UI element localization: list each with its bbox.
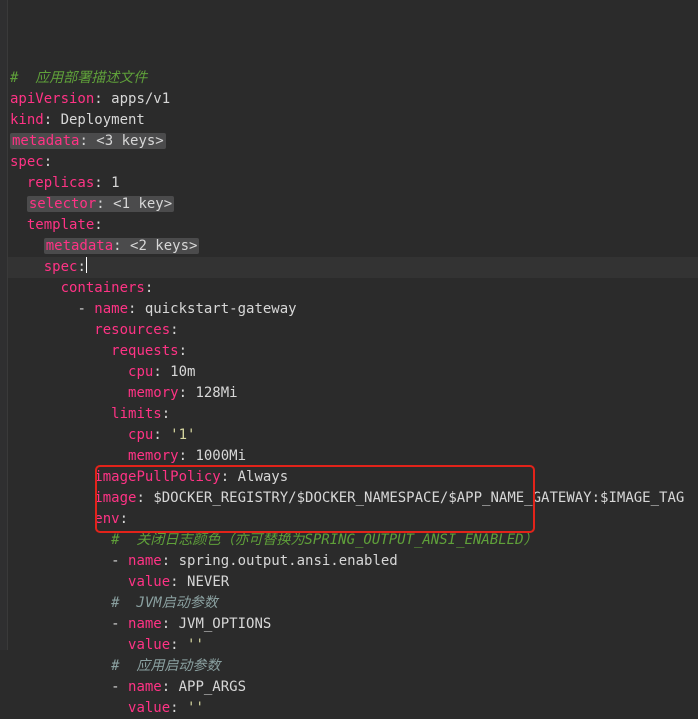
code-line[interactable]: # 关闭日志颜色（亦可替换为SPRING_OUTPUT_ANSI_ENABLED… bbox=[8, 530, 698, 551]
code-line[interactable]: value: '' bbox=[8, 635, 698, 656]
code-line[interactable]: cpu: '1' bbox=[8, 425, 698, 446]
code-line[interactable]: - name: quickstart-gateway bbox=[8, 299, 698, 320]
code-line[interactable]: containers: bbox=[8, 278, 698, 299]
gutter bbox=[0, 0, 8, 650]
code-line[interactable]: selector: <1 key> bbox=[8, 194, 698, 215]
code-line[interactable]: metadata: <2 keys> bbox=[8, 236, 698, 257]
code-line[interactable]: - name: JVM_OPTIONS bbox=[8, 614, 698, 635]
code-line[interactable]: resources: bbox=[8, 320, 698, 341]
code-line[interactable]: value: '' bbox=[8, 698, 698, 719]
code-editor[interactable]: # 应用部署描述文件apiVersion: apps/v1kind: Deplo… bbox=[0, 0, 698, 650]
code-line[interactable]: image: $DOCKER_REGISTRY/$DOCKER_NAMESPAC… bbox=[8, 488, 698, 509]
code-line[interactable]: kind: Deployment bbox=[8, 110, 698, 131]
folded-region[interactable]: metadata: <2 keys> bbox=[44, 238, 200, 254]
code-line[interactable]: memory: 1000Mi bbox=[8, 446, 698, 467]
text-caret bbox=[86, 257, 88, 273]
code-line[interactable]: # JVM启动参数 bbox=[8, 593, 698, 614]
code-line[interactable]: replicas: 1 bbox=[8, 173, 698, 194]
code-line[interactable]: memory: 128Mi bbox=[8, 383, 698, 404]
code-line[interactable]: spec: bbox=[8, 152, 698, 173]
code-line[interactable]: env: bbox=[8, 509, 698, 530]
folded-region[interactable]: metadata: <3 keys> bbox=[10, 133, 166, 149]
code-line[interactable]: # 应用启动参数 bbox=[8, 656, 698, 677]
folded-region[interactable]: selector: <1 key> bbox=[27, 196, 174, 212]
code-line[interactable]: - name: APP_ARGS bbox=[8, 677, 698, 698]
code-line[interactable]: value: NEVER bbox=[8, 572, 698, 593]
code-line[interactable]: - name: spring.output.ansi.enabled bbox=[8, 551, 698, 572]
code-line[interactable]: requests: bbox=[8, 341, 698, 362]
code-line[interactable]: metadata: <3 keys> bbox=[8, 131, 698, 152]
code-line[interactable]: spec: bbox=[8, 257, 698, 278]
code-line[interactable]: apiVersion: apps/v1 bbox=[8, 89, 698, 110]
code-line[interactable]: template: bbox=[8, 215, 698, 236]
code-line[interactable]: cpu: 10m bbox=[8, 362, 698, 383]
code-line[interactable]: # 应用部署描述文件 bbox=[8, 68, 698, 89]
code-line[interactable]: limits: bbox=[8, 404, 698, 425]
code-line[interactable]: imagePullPolicy: Always bbox=[8, 467, 698, 488]
code-area[interactable]: # 应用部署描述文件apiVersion: apps/v1kind: Deplo… bbox=[8, 0, 698, 650]
